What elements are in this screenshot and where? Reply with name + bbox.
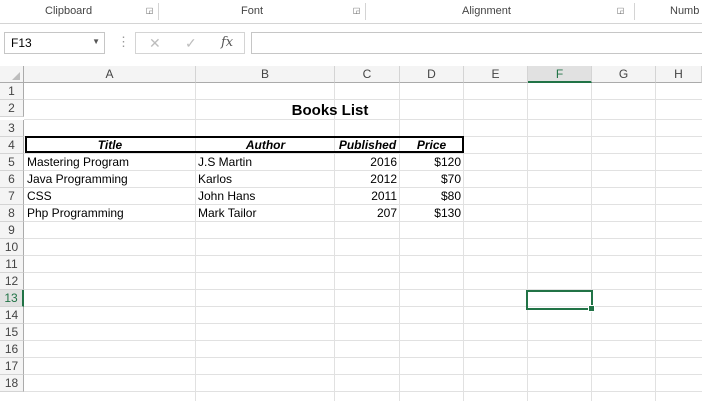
book-author-cell[interactable]: Mark Tailor [195,205,335,222]
row-header-10[interactable]: 10 [0,239,24,256]
header-author[interactable]: Author [196,137,335,154]
row-header-3[interactable]: 3 [0,120,24,137]
ribbon-group-alignment: Alignment ◲ [366,0,634,23]
row-header-9[interactable]: 9 [0,222,24,239]
row-header-12[interactable]: 12 [0,273,24,290]
name-box-value: F13 [11,36,32,50]
row-header-15[interactable]: 15 [0,324,24,341]
gridline [24,357,702,358]
gridline [655,83,656,401]
column-header-d[interactable]: D [400,66,464,83]
book-title-cell[interactable]: Mastering Program [24,154,195,171]
book-price-cell[interactable]: $80 [400,188,464,205]
dialog-launcher-icon[interactable]: ◲ [352,6,361,15]
row-header-16[interactable]: 16 [0,341,24,358]
book-published-cell[interactable]: 2012 [335,171,400,188]
row-header-17[interactable]: 17 [0,358,24,375]
ribbon-group-label: Font [241,5,264,17]
dialog-launcher-icon[interactable]: ◲ [145,6,154,15]
header-published[interactable]: Published [335,137,400,154]
name-box[interactable]: F13 ▼ [4,32,105,54]
gridline [24,255,702,256]
book-author-cell[interactable]: John Hans [195,188,335,205]
book-price-cell[interactable]: $130 [400,205,464,222]
gridline [527,83,528,401]
column-header-h[interactable]: H [656,66,702,83]
row-header-5[interactable]: 5 [0,154,24,171]
row-header-7[interactable]: 7 [0,188,24,205]
select-all-button[interactable] [0,66,24,83]
book-published-cell[interactable]: 207 [335,205,400,222]
row-header-8[interactable]: 8 [0,205,24,222]
ribbon-group-label: Alignment [462,5,511,17]
row-header-18[interactable]: 18 [0,375,24,392]
book-title-cell[interactable]: Java Programming [24,171,195,188]
insert-function-icon[interactable]: fx [221,35,233,50]
gridline [24,374,702,375]
book-title-cell[interactable]: CSS [24,188,195,205]
row-header-11[interactable]: 11 [0,256,24,273]
dialog-launcher-icon[interactable]: ◲ [616,6,625,15]
column-header-f[interactable]: F [528,66,592,83]
gridline [463,83,464,401]
cancel-icon[interactable]: ✕ [149,35,161,52]
row-header-4[interactable]: 4 [0,137,24,154]
gridline [334,83,335,401]
row-header-2[interactable]: 2 [0,100,24,117]
gridline [24,323,702,324]
more-options-icon[interactable]: ⋮ [117,34,130,50]
ribbon-group-font: Font ◲ [159,0,364,23]
row-header-1[interactable]: 1 [0,83,24,100]
book-author-cell[interactable]: Karlos [195,171,335,188]
column-header-c[interactable]: C [335,66,400,83]
header-price[interactable]: Price [400,137,463,154]
gridline [24,391,702,392]
book-published-cell[interactable]: 2011 [335,188,400,205]
formula-input[interactable] [251,32,702,54]
formula-buttons: ✕ ✓ fx [135,32,245,54]
ribbon-group-label: Numb [670,5,700,17]
gridline [399,83,400,401]
enter-icon[interactable]: ✓ [185,35,197,52]
gridline [24,272,702,273]
ribbon-group-labels: Clipboard ◲ Font ◲ Alignment ◲ Numb [0,0,702,24]
active-cell-selection[interactable] [526,290,595,312]
gridline [24,238,702,239]
book-price-cell[interactable]: $120 [400,154,464,171]
row-header-14[interactable]: 14 [0,307,24,324]
worksheet-grid[interactable]: A B C D E F G H 1 2 3 4 5 6 7 8 9 10 11 … [0,66,702,401]
gridline [195,83,196,401]
gridline [24,289,702,290]
row-header-13[interactable]: 13 [0,290,24,307]
column-header-e[interactable]: E [464,66,528,83]
ribbon-group-label: Clipboard [45,5,93,17]
gridline [24,99,702,100]
book-published-cell[interactable]: 2016 [335,154,400,171]
book-price-cell[interactable]: $70 [400,171,464,188]
formula-bar: F13 ▼ ⋮ ✕ ✓ fx [0,24,702,65]
row-header-6[interactable]: 6 [0,171,24,188]
sheet-title[interactable]: Books List [196,101,464,121]
column-header-a[interactable]: A [24,66,196,83]
chevron-down-icon[interactable]: ▼ [92,37,100,46]
ribbon-group-clipboard: Clipboard ◲ [0,0,157,23]
header-title[interactable]: Title [25,137,195,154]
column-header-b[interactable]: B [196,66,335,83]
gridline [591,83,592,401]
gridline [24,340,702,341]
ribbon-group-number: Numb [635,0,702,23]
book-title-cell[interactable]: Php Programming [24,205,195,222]
column-header-g[interactable]: G [592,66,656,83]
book-author-cell[interactable]: J.S Martin [195,154,335,171]
gridline [24,306,702,307]
